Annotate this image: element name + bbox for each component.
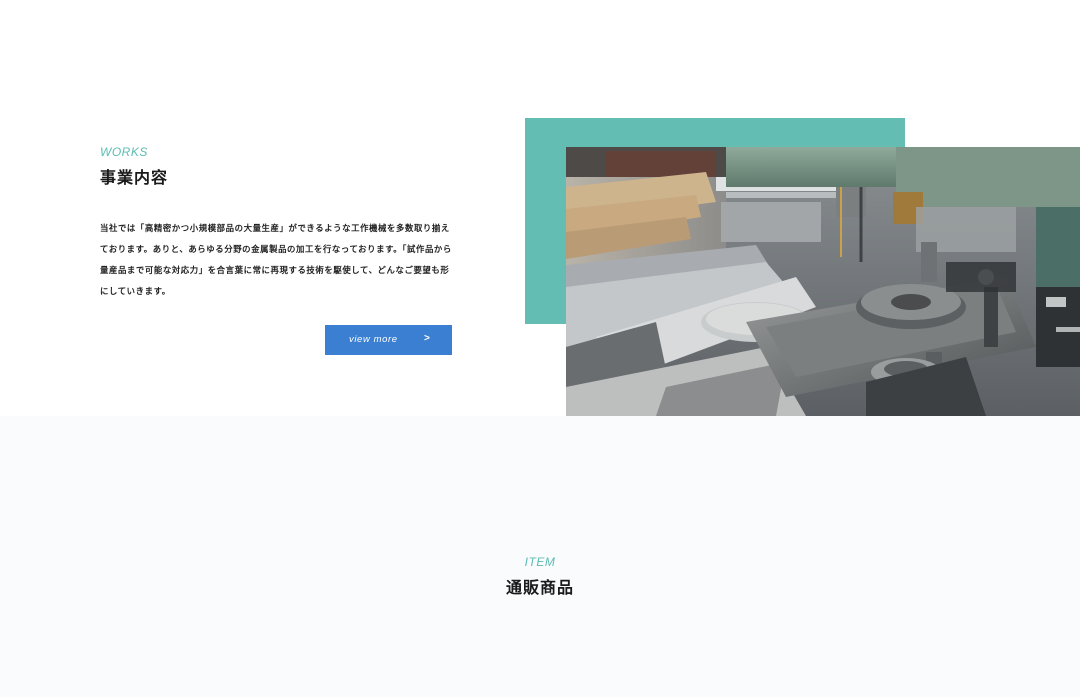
works-eyebrow: WORKS xyxy=(100,145,148,159)
item-title: 通販商品 xyxy=(505,578,574,597)
works-description: 当社では「高精密かつ小規模部品の大量生産」ができるような工作機械を多数取り揃えて… xyxy=(100,223,452,296)
factory-photo xyxy=(566,147,1080,416)
view-more-button[interactable]: view more > xyxy=(325,325,452,355)
item-eyebrow: ITEM xyxy=(524,555,556,569)
view-more-label: view more xyxy=(349,334,398,345)
works-title: 事業内容 xyxy=(100,168,169,187)
chevron-right-icon: > xyxy=(424,333,430,344)
works-section: WORKS 事業内容 当社では「高精密かつ小規模部品の大量生産」ができるような工… xyxy=(0,0,1080,416)
page: WORKS 事業内容 当社では「高精密かつ小規模部品の大量生産」ができるような工… xyxy=(0,0,1080,697)
